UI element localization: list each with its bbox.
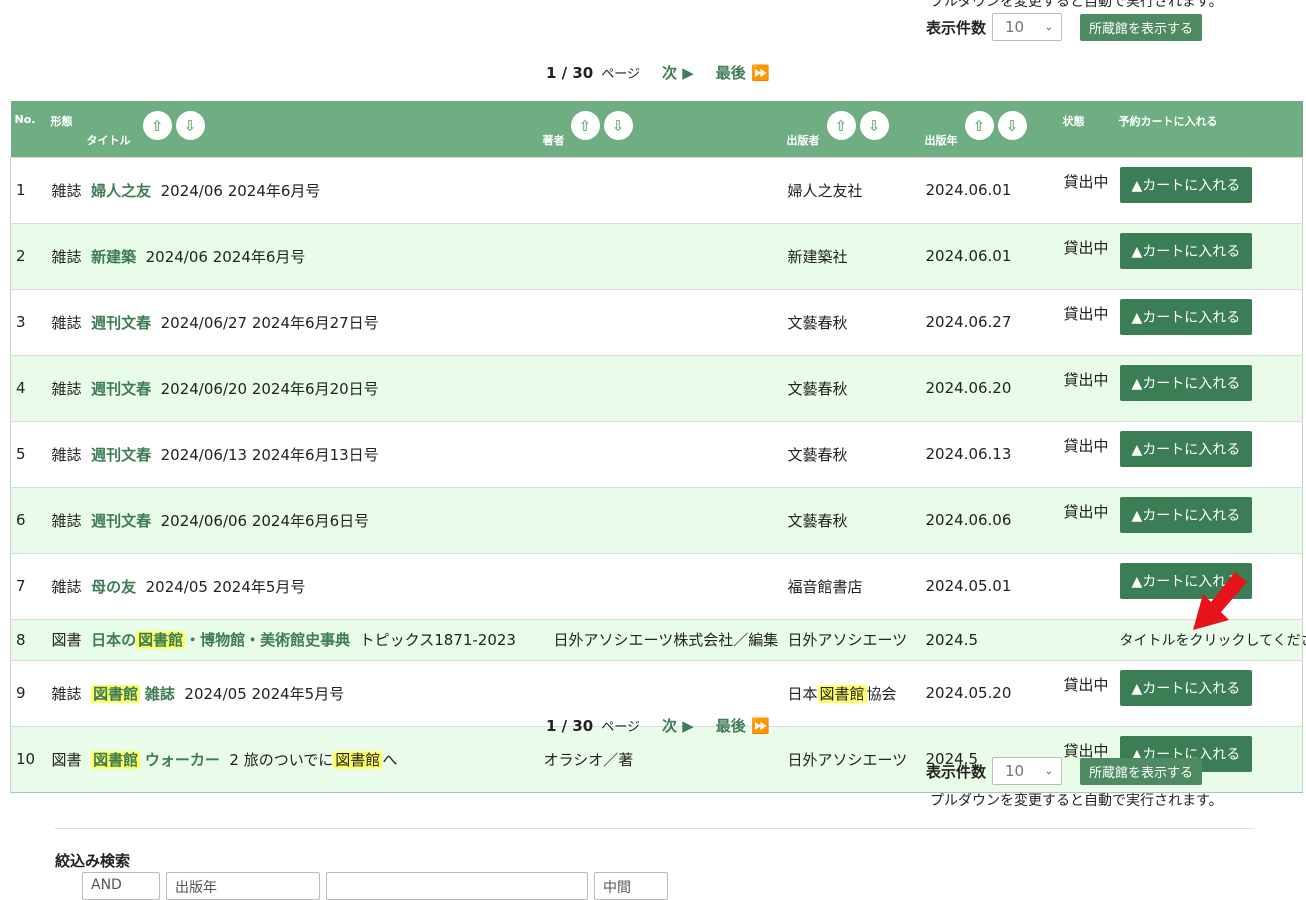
next-page-link[interactable]: 次 ▶ [662, 62, 694, 83]
header-cart: 予約カートに入れる [1118, 115, 1218, 128]
filter-value-input[interactable] [326, 872, 588, 900]
next-page-link[interactable]: 次 ▶ [662, 715, 694, 736]
page-label: ページ [601, 720, 640, 735]
sort-desc-icon[interactable]: ⇩ [603, 111, 633, 140]
display-count-select[interactable]: 10 ⌄ [992, 13, 1063, 41]
title-link[interactable]: 図書館 雑誌 [91, 684, 175, 703]
display-controls-bottom: 表示件数 10 ⌄ 所蔵館を表示する [926, 757, 1203, 785]
add-to-cart-button[interactable]: ▲カートに入れる [1119, 669, 1253, 706]
filter-op-select[interactable]: AND [82, 872, 160, 900]
red-arrow-icon [1193, 572, 1247, 630]
page-label: ページ [601, 67, 640, 82]
table-row: 1 雑誌 婦人之友 2024/06 2024年6月号 婦人之友社 2024.06… [10, 156, 1303, 223]
title-link[interactable]: 週刊文春 [91, 380, 151, 398]
title-link[interactable]: 図書館 ウォーカー [91, 750, 220, 769]
add-to-cart-button[interactable]: ▲カートに入れる [1119, 298, 1253, 335]
filter-row: AND 出版年 中間 [82, 872, 668, 900]
title-link[interactable]: 日本の 図書館 ・博物館・美術館史事典 [91, 631, 350, 649]
header-format: 形態 [50, 115, 73, 128]
sort-desc-icon[interactable]: ⇩ [175, 111, 205, 140]
chevron-down-icon: ⌄ [1044, 765, 1054, 777]
header-author: 著者 ⇧ ⇩ [539, 101, 783, 157]
display-count-label: 表示件数 [926, 762, 987, 781]
header-no: No. [14, 113, 36, 126]
auto-run-note: プルダウンを変更すると自動で実行されます。 [930, 793, 1223, 809]
table-row: 4 雑誌 週刊文春 2024/06/20 2024年6月20日号 文藝春秋 20… [10, 354, 1303, 421]
table-row: 8 図書 日本の 図書館 ・博物館・美術館史事典 トピックス1871-2023 日外… [10, 618, 1306, 660]
last-page-link[interactable]: 最後 ⏩ [716, 62, 770, 83]
sort-desc-icon[interactable]: ⇩ [997, 111, 1027, 140]
chevron-down-icon: ⌄ [1044, 21, 1054, 33]
display-count-select[interactable]: 10 ⌄ [992, 757, 1063, 785]
table-row: 7 雑誌 母の友 2024/05 2024年5月号 福音館書店 2024.05.… [10, 552, 1303, 619]
title-link[interactable]: 週刊文春 [91, 446, 151, 464]
filter-field-select[interactable]: 出版年 [166, 872, 320, 900]
sort-asc-icon[interactable]: ⇧ [826, 111, 856, 140]
add-to-cart-button[interactable]: ▲カートに入れる [1119, 232, 1253, 269]
header-format-title: 形態 タイトル ⇧ ⇩ [47, 101, 539, 157]
sort-asc-icon[interactable]: ⇧ [570, 111, 600, 140]
add-to-cart-button[interactable]: ▲カートに入れる [1119, 496, 1253, 533]
pager-bottom: 1 / 30 ページ 次 ▶ 最後 ⏩ [546, 715, 770, 736]
page-indicator: 1 / 30 [546, 63, 594, 82]
add-to-cart-button[interactable]: ▲カートに入れる [1119, 166, 1253, 203]
status-text [1058, 552, 1115, 619]
title-link[interactable]: 週刊文春 [91, 314, 151, 332]
table-header-row: No. 形態 タイトル ⇧ ⇩ 著者 ⇧ ⇩ 出版者 ⇧ ⇩ 出版年 ⇧ ⇩ 状… [10, 101, 1303, 157]
status-text: 貸出中 [1058, 156, 1115, 223]
title-link[interactable]: 婦人之友 [91, 182, 151, 200]
filter-cond-select[interactable]: 中間 [594, 872, 668, 900]
show-holdings-button[interactable]: 所蔵館を表示する [1080, 757, 1203, 785]
table-row: 3 雑誌 週刊文春 2024/06/27 2024年6月27日号 文藝春秋 20… [10, 288, 1303, 355]
display-controls-top: 表示件数 10 ⌄ 所蔵館を表示する [926, 13, 1203, 41]
add-to-cart-button[interactable]: ▲カートに入れる [1119, 430, 1253, 467]
header-publisher: 出版者 ⇧ ⇩ [783, 101, 921, 157]
divider [55, 828, 1255, 829]
header-state: 状態 [1062, 115, 1085, 128]
status-text: 貸出中 [1058, 659, 1115, 726]
title-link[interactable]: 新建築 [91, 248, 136, 266]
display-count-label: 表示件数 [926, 18, 987, 37]
status-text: 貸出中 [1058, 288, 1115, 355]
add-to-cart-button[interactable]: ▲カートに入れる [1119, 364, 1253, 401]
sort-asc-icon[interactable]: ⇧ [964, 111, 994, 140]
title-link[interactable]: 週刊文春 [91, 512, 151, 530]
sort-desc-icon[interactable]: ⇩ [859, 111, 889, 140]
table-row: 5 雑誌 週刊文春 2024/06/13 2024年6月13日号 文藝春秋 20… [10, 420, 1303, 487]
sort-asc-icon[interactable]: ⇧ [142, 111, 172, 140]
table-row: 2 雑誌 新建築 2024/06 2024年6月号 新建築社 2024.06.0… [10, 222, 1303, 289]
status-text: 貸出中 [1058, 222, 1115, 289]
pager-top: 1 / 30 ページ 次 ▶ 最後 ⏩ [546, 62, 770, 83]
results-table: No. 形態 タイトル ⇧ ⇩ 著者 ⇧ ⇩ 出版者 ⇧ ⇩ 出版年 ⇧ ⇩ 状… [10, 101, 1306, 793]
status-text: 貸出中 [1058, 486, 1115, 553]
status-text: 貸出中 [1058, 354, 1115, 421]
filter-title: 絞込み検索 [55, 852, 131, 870]
status-text: 貸出中 [1058, 420, 1115, 487]
header-title: タイトル [86, 134, 131, 147]
title-link[interactable]: 母の友 [91, 578, 136, 596]
header-year: 出版年 ⇧ ⇩ [921, 101, 1059, 157]
auto-run-note: プルダウンを変更すると自動で実行されます。 [930, 0, 1223, 10]
show-holdings-button[interactable]: 所蔵館を表示する [1080, 13, 1203, 41]
last-page-link[interactable]: 最後 ⏩ [716, 715, 770, 736]
page-indicator: 1 / 30 [546, 716, 594, 735]
table-row: 6 雑誌 週刊文春 2024/06/06 2024年6月6日号 文藝春秋 202… [10, 486, 1303, 553]
